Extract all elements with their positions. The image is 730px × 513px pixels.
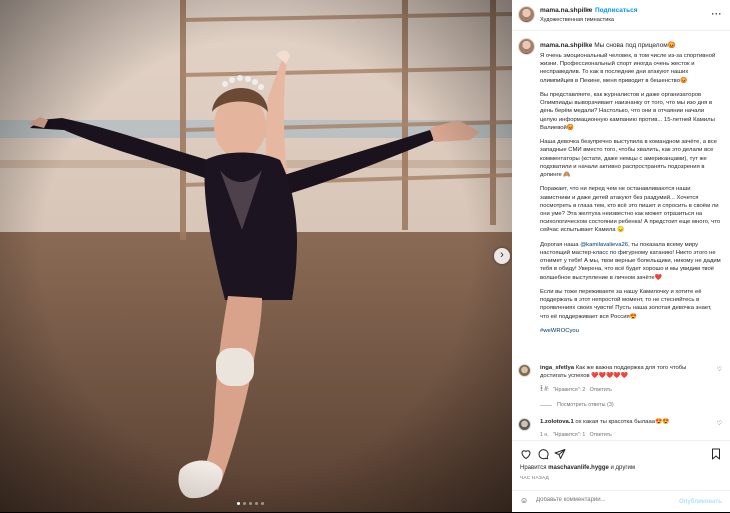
comment-input[interactable] bbox=[536, 497, 686, 503]
post-actions-bar bbox=[512, 440, 730, 467]
caption-headline-text: Мы снова под прицелом😡 bbox=[594, 42, 676, 49]
caption-paragraph: Дорогая наша @kamilavalieva26, ты показа… bbox=[540, 241, 722, 282]
gymnast-photo bbox=[0, 0, 512, 512]
likes-prefix: Нравится bbox=[520, 465, 549, 471]
commenter-username[interactable]: inga_sfetlya bbox=[540, 365, 574, 371]
bookmark-icon[interactable] bbox=[710, 448, 722, 460]
liker-username[interactable]: maschavanlife.hygge bbox=[548, 465, 609, 471]
caption-paragraph: #weWROCyou bbox=[540, 327, 722, 335]
carousel-next-button[interactable]: › bbox=[494, 248, 510, 264]
carousel-dot bbox=[237, 502, 240, 505]
share-send-icon[interactable] bbox=[554, 448, 566, 460]
view-replies-button[interactable]: Посмотреть ответы (3) bbox=[540, 401, 614, 410]
more-options-icon[interactable]: ··· bbox=[712, 10, 723, 19]
post-side-panel: mama.na.shpilke • Подписаться Художестве… bbox=[512, 0, 730, 512]
caption-paragraph: Я очень эмоциональный человек, в том чис… bbox=[540, 53, 716, 84]
like-heart-icon[interactable] bbox=[520, 448, 532, 460]
comment-body: ох какая ты красотка былааа😍😍 bbox=[575, 419, 670, 425]
carousel-indicator bbox=[237, 502, 264, 505]
post-age[interactable]: ЧАС НАЗАД bbox=[520, 475, 549, 484]
caption-author-avatar[interactable] bbox=[518, 38, 535, 55]
author-avatar[interactable] bbox=[518, 6, 535, 23]
commenter-username[interactable]: 1.zolotova.1 bbox=[540, 419, 574, 425]
add-comment-bar: ☺ Опубликовать bbox=[512, 490, 730, 513]
comment-meta: 1 н. "Нравится": 1 Ответить bbox=[540, 431, 612, 440]
comment-bubble-icon[interactable] bbox=[537, 448, 549, 460]
carousel-dot bbox=[249, 502, 252, 505]
carousel-dot bbox=[261, 502, 264, 505]
caption-username[interactable]: mama.na.shpilke bbox=[540, 42, 592, 49]
follow-button[interactable]: Подписаться bbox=[595, 7, 638, 16]
carousel-dot bbox=[243, 502, 246, 505]
publish-button[interactable]: Опубликовать bbox=[679, 498, 722, 507]
author-username[interactable]: mama.na.shpilke bbox=[540, 7, 592, 16]
caption-paragraph: Наша девочка безупречно выступила в кома… bbox=[540, 139, 717, 179]
caption-paragraph: Вы представляете, как журналистов и даже… bbox=[540, 92, 715, 131]
separator-dot: • bbox=[588, 7, 591, 14]
mention-link[interactable]: @kamilavalieva26 bbox=[580, 242, 628, 248]
comment-likes[interactable]: "Нравится": 1 bbox=[553, 432, 585, 438]
comment-time[interactable]: 1 н. bbox=[540, 387, 549, 393]
caption-paragraph: Если вы тоже переживаете за нашу Камилоч… bbox=[540, 289, 712, 320]
comment-reply-button[interactable]: Ответить bbox=[590, 432, 612, 438]
replies-line bbox=[540, 404, 552, 406]
post-subtitle[interactable]: Художественная гимнастика bbox=[540, 16, 614, 25]
comment-time[interactable]: 1 н. bbox=[540, 432, 549, 438]
comment-like-heart-icon[interactable]: ♡ bbox=[717, 366, 722, 375]
post-photo[interactable]: › bbox=[0, 0, 512, 512]
comment-like-heart-icon[interactable]: ♡ bbox=[717, 420, 722, 429]
chevron-right-icon: › bbox=[500, 249, 504, 261]
commenter-avatar[interactable] bbox=[518, 418, 531, 431]
post-header: mama.na.shpilke • Подписаться Художестве… bbox=[512, 0, 730, 31]
caption-body: Я очень эмоциональный человек, в том чис… bbox=[540, 52, 722, 341]
comment-likes[interactable]: "Нравится": 2 bbox=[553, 387, 585, 393]
comment-text: inga_sfetlya Как же важна поддержка для … bbox=[540, 364, 710, 380]
caption-text: Дорогая наша bbox=[540, 241, 581, 248]
commenter-avatar[interactable] bbox=[518, 364, 531, 377]
likes-suffix[interactable]: и другим bbox=[609, 465, 635, 471]
comment-reply-button[interactable]: Ответить bbox=[590, 387, 612, 393]
view-replies-label: Посмотреть ответы (3) bbox=[557, 402, 614, 408]
comment-meta: 1 н. "Нравится": 2 Ответить bbox=[540, 386, 612, 395]
likes-summary: Нравится maschavanlife.hygge и другим bbox=[520, 464, 635, 473]
hashtag-link[interactable]: #weWROCyou bbox=[540, 328, 579, 334]
carousel-dot bbox=[255, 502, 258, 505]
caption-paragraph: Поражает, что ни перед чем не останавлив… bbox=[540, 186, 721, 234]
caption-headline: mama.na.shpilke Мы снова под прицелом😡 bbox=[540, 42, 722, 51]
comment-text: 1.zolotova.1 ох какая ты красотка былааа… bbox=[540, 418, 710, 426]
emoji-icon[interactable]: ☺ bbox=[520, 496, 528, 506]
